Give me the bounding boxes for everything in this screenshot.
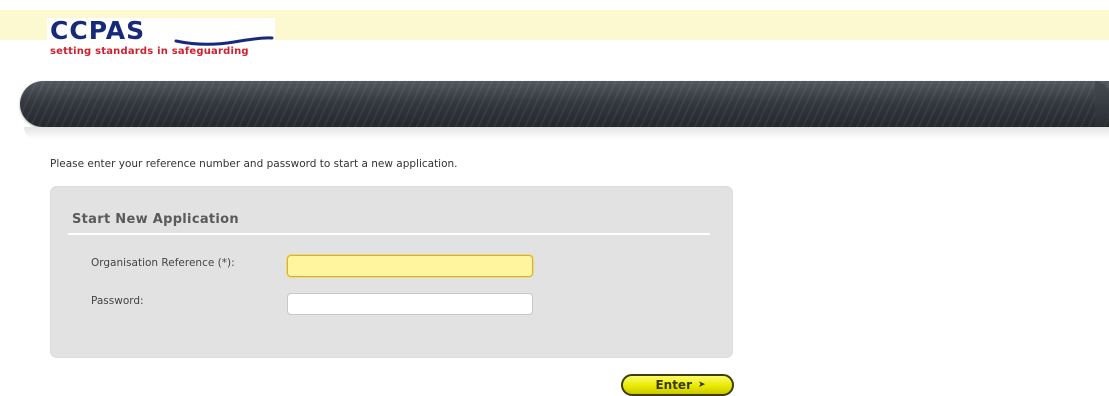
logo-wordmark: CCPAS (50, 16, 146, 45)
navigation-bar-shadow (24, 127, 1109, 141)
panel-title: Start New Application (72, 212, 239, 227)
enter-button[interactable]: Enter ➤ (621, 374, 734, 396)
navigation-bar (20, 81, 1109, 127)
page: CCPAS setting standards in safeguarding … (0, 0, 1109, 396)
organisation-reference-input[interactable] (287, 255, 533, 277)
password-input[interactable] (287, 293, 533, 315)
organisation-reference-label: Organisation Reference (*): (91, 257, 235, 269)
intro-text: Please enter your reference number and p… (50, 158, 458, 170)
logo-swoosh-icon (174, 36, 274, 46)
start-application-panel: Start New Application Organisation Refer… (50, 186, 733, 358)
enter-button-label: Enter (655, 378, 692, 392)
logo-tagline: setting standards in safeguarding (50, 46, 249, 57)
arrow-right-icon: ➤ (698, 380, 706, 390)
navigation-bar-cap (1095, 81, 1109, 127)
password-label: Password: (91, 295, 144, 307)
ccpas-logo[interactable]: CCPAS setting standards in safeguarding (47, 18, 275, 64)
panel-divider (68, 233, 710, 235)
